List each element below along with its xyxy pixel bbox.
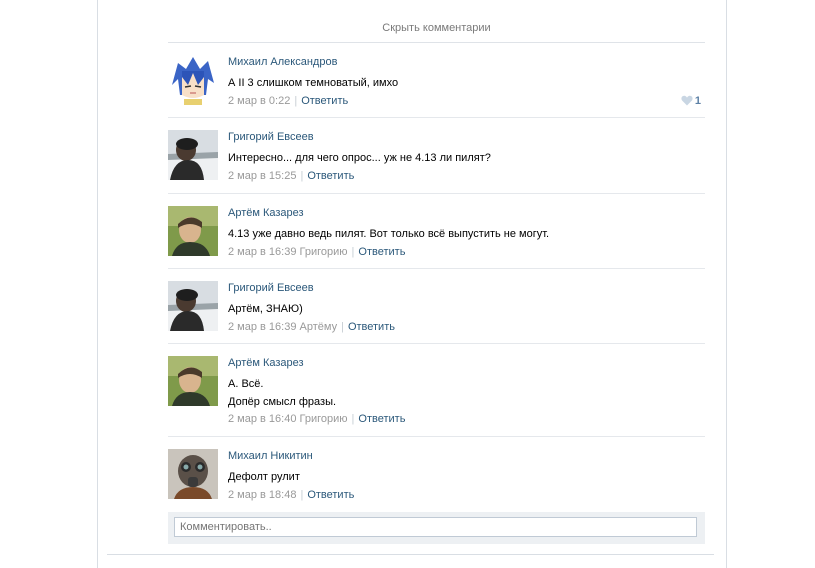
comment-date[interactable]: 2 мар в 15:25 bbox=[228, 170, 296, 182]
comment-date[interactable]: 2 мар в 18:48 bbox=[228, 489, 296, 501]
comment-author[interactable]: Артём Казарез bbox=[228, 356, 304, 370]
comment-item: Михаил Александров А II 3 слишком темнов… bbox=[168, 55, 705, 118]
comment-meta: 2 мар в 16:40 Григорию | Ответить bbox=[228, 413, 406, 425]
comment-text: Дефолт рулит bbox=[228, 471, 300, 483]
comment-item: Михаил Никитин Дефолт рулит 2 мар в 18:4… bbox=[168, 449, 705, 504]
comment-author[interactable]: Григорий Евсеев bbox=[228, 281, 314, 295]
reply-to[interactable]: Артёму bbox=[300, 321, 338, 333]
man-winter-photo-icon bbox=[168, 130, 218, 180]
comment-text: 4.13 уже давно ведь пилят. Вот только вс… bbox=[228, 228, 550, 240]
comment-meta: 2 мар в 0:22 | Ответить bbox=[228, 95, 349, 107]
young-man-photo-icon bbox=[168, 206, 218, 256]
anime-girl-avatar-icon bbox=[168, 55, 218, 105]
comment-text: Интересно... для чего опрос... уж не 4.1… bbox=[228, 152, 491, 164]
comment-date[interactable]: 2 мар в 0:22 bbox=[228, 95, 290, 107]
avatar[interactable] bbox=[168, 281, 218, 331]
gas-mask-avatar-icon bbox=[168, 449, 218, 499]
footer-divider bbox=[107, 554, 714, 555]
avatar[interactable] bbox=[168, 356, 218, 406]
comment-meta: 2 мар в 16:39 Григорию | Ответить bbox=[228, 246, 406, 258]
avatar[interactable] bbox=[168, 449, 218, 499]
comment-item: Артём Казарез 4.13 уже давно ведь пилят.… bbox=[168, 206, 705, 269]
reply-link[interactable]: Ответить bbox=[307, 170, 354, 182]
young-man-photo-icon bbox=[168, 356, 218, 406]
comment-text: А. Всё. Допёр смысл фразы. bbox=[228, 378, 337, 408]
man-winter-photo-icon bbox=[168, 281, 218, 331]
heart-icon bbox=[681, 95, 693, 106]
comment-item: Григорий Евсеев Артём, ЗНАЮ) 2 мар в 16:… bbox=[168, 281, 705, 344]
comment-meta: 2 мар в 16:39 Артёму | Ответить bbox=[228, 321, 395, 333]
avatar[interactable] bbox=[168, 130, 218, 180]
comment-date[interactable]: 2 мар в 16:39 bbox=[228, 246, 296, 258]
comment-author[interactable]: Михаил Никитин bbox=[228, 449, 313, 463]
comment-author[interactable]: Михаил Александров bbox=[228, 55, 337, 69]
comment-text: Артём, ЗНАЮ) bbox=[228, 303, 303, 315]
comment-item: Григорий Евсеев Интересно... для чего оп… bbox=[168, 130, 705, 194]
hide-comments-link[interactable]: Скрыть комментарии bbox=[168, 18, 705, 43]
comment-item: Артём Казарез А. Всё. Допёр смысл фразы. … bbox=[168, 356, 705, 437]
reply-link[interactable]: Ответить bbox=[301, 95, 348, 107]
comment-date[interactable]: 2 мар в 16:39 bbox=[228, 321, 296, 333]
like-count: 1 bbox=[694, 95, 701, 107]
comment-text: А II 3 слишком темноватый, имхо bbox=[228, 77, 399, 89]
comment-meta: 2 мар в 15:25 | Ответить bbox=[228, 170, 355, 182]
comment-author[interactable]: Артём Казарез bbox=[228, 206, 304, 220]
reply-to[interactable]: Григорию bbox=[300, 413, 348, 425]
reply-link[interactable]: Ответить bbox=[307, 489, 354, 501]
reply-link[interactable]: Ответить bbox=[358, 413, 405, 425]
comment-meta: 2 мар в 18:48 | Ответить bbox=[228, 489, 355, 501]
avatar[interactable] bbox=[168, 206, 218, 256]
comment-author[interactable]: Григорий Евсеев bbox=[228, 130, 314, 144]
like-button[interactable]: 1 bbox=[681, 94, 701, 108]
comment-date[interactable]: 2 мар в 16:40 bbox=[228, 413, 296, 425]
reply-to[interactable]: Григорию bbox=[300, 246, 348, 258]
comment-form bbox=[168, 512, 705, 544]
comment-input[interactable] bbox=[174, 517, 697, 537]
avatar[interactable] bbox=[168, 55, 218, 105]
reply-link[interactable]: Ответить bbox=[358, 246, 405, 258]
reply-link[interactable]: Ответить bbox=[348, 321, 395, 333]
